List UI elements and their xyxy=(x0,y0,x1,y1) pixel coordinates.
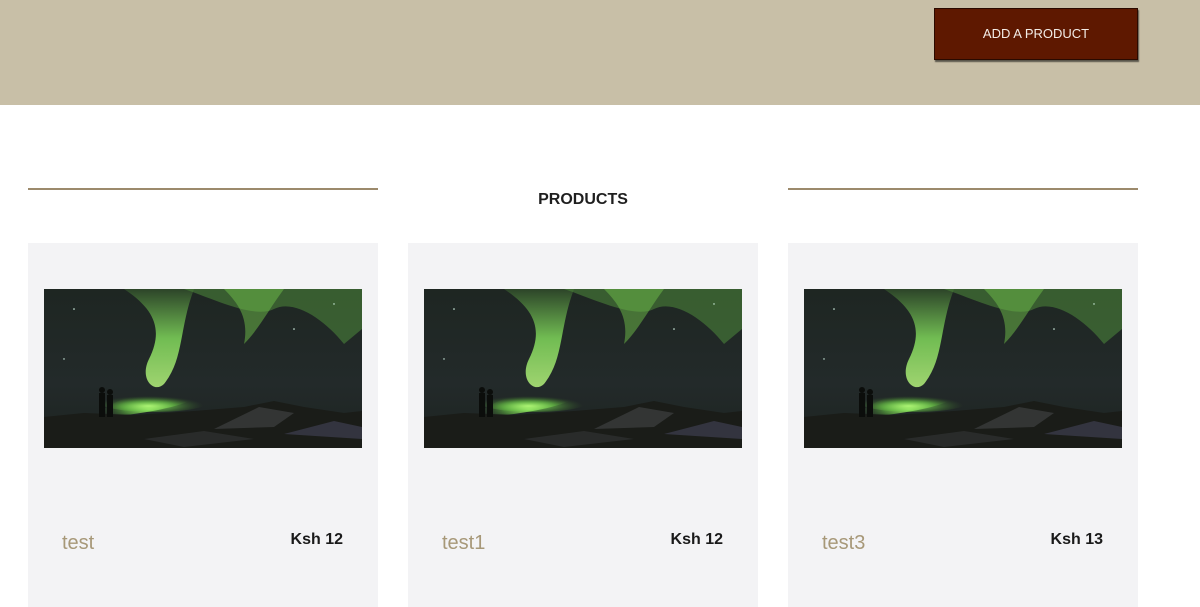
product-card[interactable]: test3 Ksh 13 xyxy=(788,243,1138,607)
product-name[interactable]: test xyxy=(62,532,94,555)
product-name[interactable]: test3 xyxy=(822,532,865,555)
product-card[interactable]: test Ksh 12 xyxy=(28,243,378,607)
product-name[interactable]: test1 xyxy=(442,532,485,555)
product-card[interactable]: test1 Ksh 12 xyxy=(408,243,758,607)
top-header-bar: ADD A PRODUCT xyxy=(0,0,1200,105)
section-divider-right xyxy=(788,188,1138,190)
product-image[interactable] xyxy=(44,289,362,448)
add-product-button[interactable]: ADD A PRODUCT xyxy=(934,8,1138,60)
product-price: Ksh 12 xyxy=(290,531,343,548)
product-image[interactable] xyxy=(424,289,742,448)
product-price: Ksh 13 xyxy=(1050,531,1103,548)
product-image[interactable] xyxy=(804,289,1122,448)
section-divider-left xyxy=(28,188,378,190)
section-title: PRODUCTS xyxy=(538,191,628,208)
product-price: Ksh 12 xyxy=(670,531,723,548)
